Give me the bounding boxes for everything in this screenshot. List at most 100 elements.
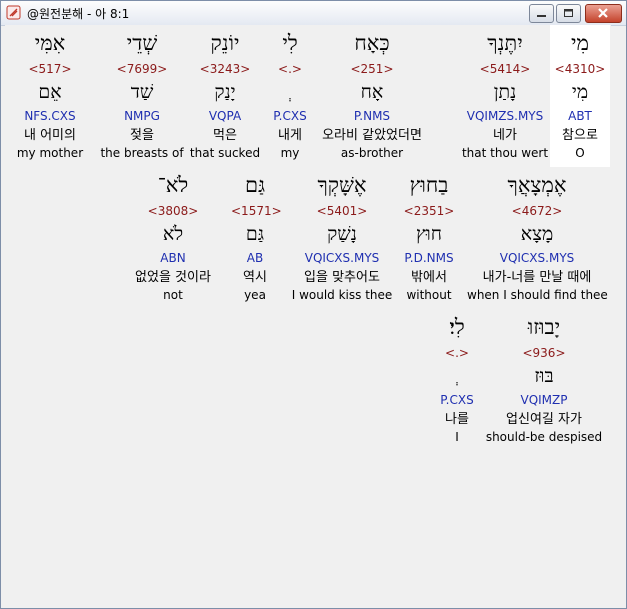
word-column[interactable]: אִמִּי <517> אֵם NFS.CXS 내 어미의 my mother bbox=[2, 29, 98, 165]
strong-number: <517> bbox=[28, 62, 72, 76]
app-window: @원전분해 - 아 8:1 מִי <4310> מִי ABT 참으로 O יִתֶּנְ… bbox=[0, 0, 627, 609]
morphology-code: AB bbox=[246, 251, 264, 265]
morphology-code: VQICXS.MYS bbox=[499, 251, 575, 265]
hebrew-word: לֹא־ bbox=[157, 173, 189, 197]
word-column[interactable]: אֶשָּׁקְךָ <5401> נָשַׁק VQICXS.MYS 입을 맞추어도 I… bbox=[287, 171, 397, 307]
analysis-view: מִי <4310> מִי ABT 참으로 O יִתֶּנְךָ <5414> נָתַן V… bbox=[5, 25, 611, 605]
korean-gloss: 역시 bbox=[243, 270, 267, 285]
word-column[interactable]: יוֹנֵק <3243> יָנַק VQPA 먹은 that sucked bbox=[184, 29, 266, 165]
korean-gloss: 오라비 같았었더면 bbox=[322, 128, 422, 143]
english-gloss: as-brother bbox=[340, 146, 404, 160]
korean-gloss: 내 어미의 bbox=[24, 128, 76, 143]
hebrew-root: נָשַׁק bbox=[327, 223, 357, 245]
korean-gloss: 네가 bbox=[493, 128, 517, 143]
strong-number: <.> bbox=[445, 346, 469, 360]
hebrew-word: אֶמְצָאֲךָ bbox=[507, 173, 567, 197]
hebrew-root: גַּם bbox=[245, 223, 265, 245]
close-button[interactable] bbox=[585, 4, 622, 23]
korean-gloss: 먹은 bbox=[213, 128, 237, 143]
korean-gloss: 젖을 bbox=[130, 128, 154, 143]
strong-number: <.> bbox=[278, 62, 302, 76]
word-column[interactable]: יִתֶּנְךָ <5414> נָתַן VQIMZS.MYS 네가 that tho… bbox=[450, 29, 560, 165]
word-column[interactable]: גַּם <1571> גַּם AB 역시 yea bbox=[231, 171, 282, 307]
word-column[interactable]: לִי׃ <.>ְ P.CXS 나를 I bbox=[437, 313, 477, 449]
morphology-code: VQIMZP bbox=[520, 393, 568, 407]
english-gloss: I would kiss thee bbox=[291, 288, 393, 302]
korean-gloss: 업신여길 자가 bbox=[506, 412, 582, 427]
morphology-code: VQPA bbox=[208, 109, 242, 123]
korean-gloss: 내가-너를 만날 때에 bbox=[482, 270, 592, 285]
korean-gloss: 밖에서 bbox=[411, 270, 447, 285]
hebrew-word: לִי׃ bbox=[449, 315, 465, 339]
english-gloss: my bbox=[280, 146, 300, 160]
english-gloss: my mother bbox=[16, 146, 84, 160]
morphology-code: ABN bbox=[160, 251, 186, 265]
english-gloss: not bbox=[163, 288, 183, 302]
title-bar[interactable]: @원전분해 - 아 8:1 bbox=[1, 1, 626, 26]
strong-number: <5414> bbox=[479, 62, 531, 76]
word-column[interactable]: אֶמְצָאֲךָ <4672> מָצָא VQICXS.MYS 내가-너를 만날 … bbox=[467, 171, 608, 307]
hebrew-root: חוּץ bbox=[415, 223, 442, 245]
hebrew-root: לֹא bbox=[162, 223, 184, 245]
word-column[interactable]: לֹא־ <3808> לֹא ABN 없었을 것이라 not bbox=[121, 171, 225, 307]
morphology-code: VQIMZS.MYS bbox=[466, 109, 544, 123]
english-gloss: yea bbox=[244, 288, 266, 302]
hebrew-word: לִי bbox=[282, 31, 298, 55]
hebrew-root: בּוּז bbox=[534, 365, 554, 387]
morphology-code: P.CXS bbox=[273, 109, 307, 123]
korean-gloss: 없었을 것이라 bbox=[135, 270, 211, 285]
word-column[interactable]: שְׁדֵי <7699> שַׁד NMPG 젖을 the breasts of bbox=[94, 29, 190, 165]
morphology-code: P.D.NMS bbox=[404, 251, 454, 265]
strong-number: <5401> bbox=[316, 204, 368, 218]
english-gloss: should-be despised bbox=[485, 430, 603, 444]
hebrew-root: אֵם bbox=[38, 81, 62, 103]
morphology-code: P.NMS bbox=[353, 109, 391, 123]
hebrew-root: מָצָא bbox=[520, 223, 554, 245]
strong-number: <251> bbox=[350, 62, 394, 76]
korean-gloss: 나를 bbox=[445, 412, 469, 427]
maximize-icon bbox=[564, 9, 573, 17]
strong-number: <7699> bbox=[116, 62, 168, 76]
app-icon bbox=[6, 5, 21, 20]
strong-number: <3243> bbox=[199, 62, 251, 76]
hebrew-word: אִמִּי bbox=[34, 31, 66, 55]
hebrew-root: ְ bbox=[264, 81, 316, 103]
minimize-button[interactable] bbox=[529, 4, 554, 23]
hebrew-root: יָנַק bbox=[214, 81, 236, 103]
window-title: @원전분해 - 아 8:1 bbox=[27, 7, 130, 21]
minimize-icon bbox=[537, 15, 546, 17]
strong-number: <3808> bbox=[147, 204, 199, 218]
word-column[interactable]: לִי <.>ְ P.CXS 내게 my bbox=[264, 29, 316, 165]
hebrew-root: שַׁד bbox=[130, 81, 154, 103]
strong-number: <2351> bbox=[403, 204, 455, 218]
morphology-code: NMPG bbox=[124, 109, 160, 123]
word-column[interactable]: יָבוּזוּ <936> בּוּז VQIMZP 업신여길 자가 should-be… bbox=[484, 313, 604, 449]
hebrew-word: שְׁדֵי bbox=[126, 31, 158, 55]
hebrew-word: גַּם bbox=[244, 173, 266, 197]
hebrew-word: אֶשָּׁקְךָ bbox=[317, 173, 367, 197]
hebrew-word: יוֹנֵק bbox=[210, 31, 240, 55]
english-gloss: that thou wert bbox=[461, 146, 549, 160]
korean-gloss: 내게 bbox=[278, 128, 302, 143]
hebrew-root: ְ bbox=[437, 365, 477, 387]
morphology-code: VQICXS.MYS bbox=[304, 251, 380, 265]
hebrew-word: כְּאָח bbox=[354, 31, 390, 55]
strong-number: <936> bbox=[522, 346, 566, 360]
word-column[interactable]: כְּאָח <251> אָח P.NMS 오라비 같았었더면 as-brother bbox=[307, 29, 437, 165]
maximize-button[interactable] bbox=[556, 4, 581, 23]
english-gloss: the breasts of bbox=[100, 146, 184, 160]
korean-gloss: 입을 맞추어도 bbox=[304, 270, 380, 285]
morphology-code: NFS.CXS bbox=[24, 109, 76, 123]
hebrew-word: יָבוּזוּ bbox=[527, 315, 561, 339]
hebrew-word: בַחוּץ bbox=[409, 173, 449, 197]
english-gloss: without bbox=[406, 288, 452, 302]
hebrew-root: נָתַן bbox=[493, 81, 517, 103]
english-gloss: that sucked bbox=[189, 146, 261, 160]
hebrew-root: אָח bbox=[360, 81, 384, 103]
word-column[interactable]: בַחוּץ <2351> חוּץ P.D.NMS 밖에서 without bbox=[394, 171, 464, 307]
english-gloss: when I should find thee bbox=[467, 288, 608, 302]
strong-number: <1571> bbox=[231, 204, 282, 218]
close-icon bbox=[598, 8, 608, 18]
morphology-code: P.CXS bbox=[440, 393, 474, 407]
strong-number: <4672> bbox=[511, 204, 563, 218]
